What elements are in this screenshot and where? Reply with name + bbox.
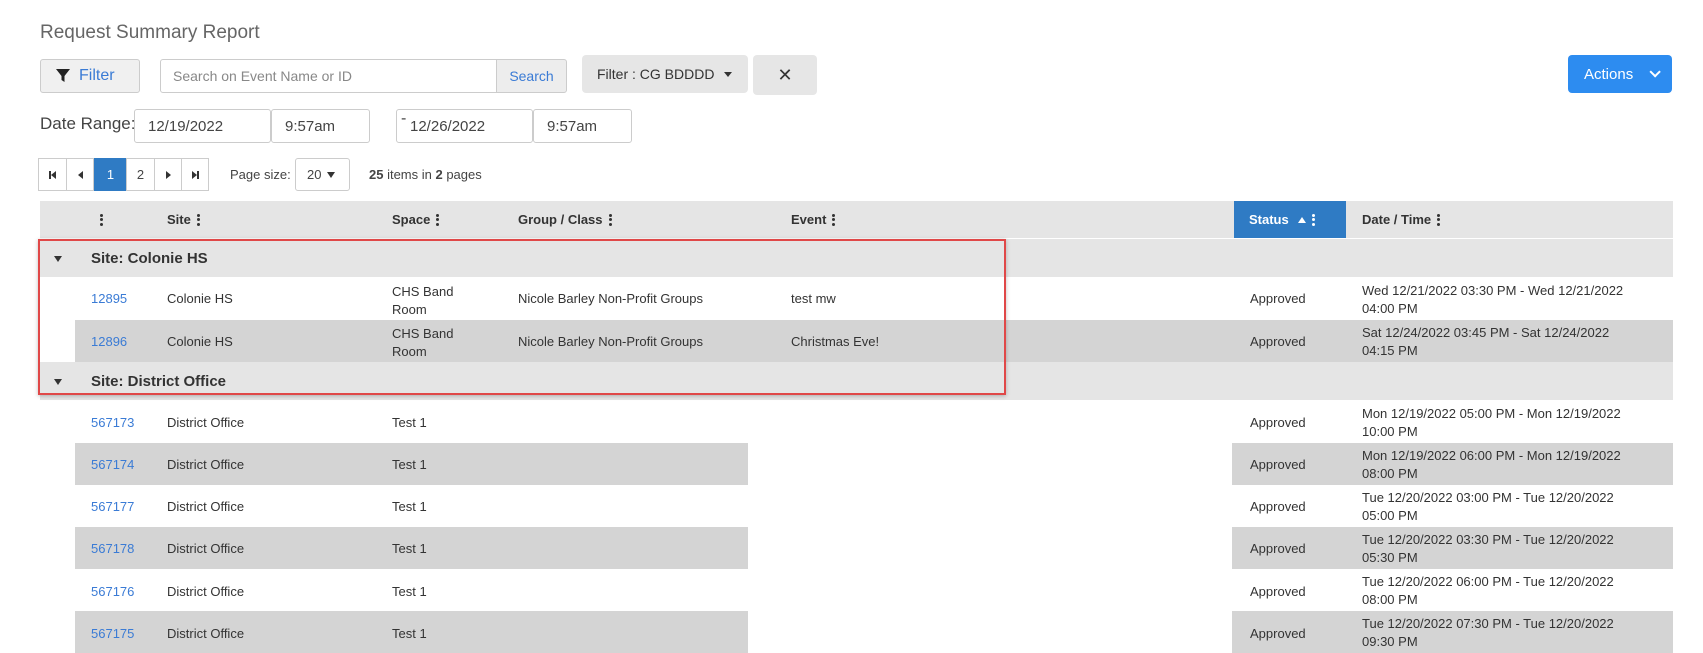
datetime-cell: Tue 12/20/2022 07:30 PM - Tue 12/20/2022…: [1362, 616, 1614, 649]
funnel-icon: [56, 69, 70, 82]
site-cell: District Office: [167, 499, 245, 514]
datetime-cell: Mon 12/19/2022 06:00 PM - Mon 12/19/2022…: [1362, 448, 1621, 481]
page-title: Request Summary Report: [40, 22, 260, 43]
filter-button[interactable]: Filter: [40, 59, 140, 93]
site-cell: District Office: [167, 626, 245, 641]
column-header-status[interactable]: Status: [1234, 201, 1346, 238]
column-header-space[interactable]: Space: [392, 201, 440, 238]
kebab-menu-icon[interactable]: [436, 213, 440, 226]
space-cell: Test 1: [392, 541, 427, 556]
status-cell: Approved: [1250, 541, 1306, 556]
kebab-menu-icon: [100, 213, 103, 226]
column-header-datetime-label: Date / Time: [1362, 212, 1432, 227]
status-cell: Approved: [1250, 584, 1306, 599]
status-cell: Approved: [1250, 291, 1306, 306]
first-page-button[interactable]: [38, 158, 67, 191]
kebab-menu-icon[interactable]: [196, 213, 200, 226]
last-page-button[interactable]: [181, 158, 209, 191]
site-cell: District Office: [167, 541, 245, 556]
page-size-value: 20: [307, 167, 322, 182]
kebab-menu-icon[interactable]: [832, 213, 836, 226]
status-cell: Approved: [1250, 626, 1306, 641]
request-id-link[interactable]: 567173: [91, 415, 134, 430]
request-id-link[interactable]: 567178: [91, 541, 134, 556]
last-page-icon: [191, 170, 199, 179]
items-text-mid: items in: [383, 167, 436, 182]
caret-down-icon: [724, 71, 733, 77]
kebab-menu-icon[interactable]: [1311, 213, 1315, 226]
page-1-button[interactable]: 1: [94, 158, 127, 191]
sort-ascending-icon: [1297, 216, 1306, 223]
page-size-select[interactable]: 20: [295, 158, 350, 191]
datetime-cell: Mon 12/19/2022 05:00 PM - Mon 12/19/2022…: [1362, 406, 1621, 439]
request-id-link[interactable]: 567175: [91, 626, 134, 641]
column-header-space-label: Space: [392, 212, 431, 227]
end-time-input[interactable]: 9:57am: [533, 109, 632, 143]
clear-filter-button[interactable]: ✕: [753, 55, 817, 95]
page-size-label: Page size:: [230, 167, 291, 182]
items-info: 25 items in 2 pages: [369, 167, 482, 182]
next-page-icon: [165, 170, 171, 179]
prev-page-icon: [77, 170, 83, 179]
column-header-site[interactable]: Site: [167, 201, 200, 238]
pages-count: 2: [435, 167, 443, 182]
space-cell: Test 1: [392, 499, 427, 514]
status-cell: Approved: [1250, 415, 1306, 430]
column-header-site-label: Site: [167, 212, 191, 227]
highlight-annotation: [38, 239, 1006, 395]
filter-button-label: Filter: [79, 67, 115, 84]
saved-filter-label: Filter : CG BDDDD: [597, 66, 715, 82]
space-cell: Test 1: [392, 457, 427, 472]
column-menu-button[interactable]: [94, 201, 103, 238]
request-id-link[interactable]: 567174: [91, 457, 134, 472]
close-icon: ✕: [777, 64, 793, 85]
column-header-status-label: Status: [1249, 212, 1289, 227]
chevron-down-icon: [1649, 66, 1661, 78]
column-header-event-label: Event: [791, 212, 827, 227]
datetime-cell: Wed 12/21/2022 03:30 PM - Wed 12/21/2022…: [1362, 283, 1624, 316]
site-cell: District Office: [167, 415, 245, 430]
start-time-input[interactable]: 9:57am: [271, 109, 370, 143]
space-cell: Test 1: [392, 415, 427, 430]
first-page-icon: [49, 170, 56, 179]
next-page-button[interactable]: [154, 158, 182, 191]
datetime-cell: Sat 12/24/2022 03:45 PM - Sat 12/24/2022…: [1362, 325, 1610, 358]
items-count: 25: [369, 167, 384, 182]
date-range-label: Date Range:: [40, 114, 136, 133]
request-id-link[interactable]: 567177: [91, 499, 134, 514]
space-cell: Test 1: [392, 584, 427, 599]
site-cell: District Office: [167, 457, 245, 472]
actions-button[interactable]: Actions: [1568, 55, 1672, 93]
request-id-link[interactable]: 567176: [91, 584, 134, 599]
column-header-event[interactable]: Event: [791, 201, 836, 238]
datetime-cell: Tue 12/20/2022 03:00 PM - Tue 12/20/2022…: [1362, 490, 1614, 523]
status-cell: Approved: [1250, 457, 1306, 472]
site-cell: District Office: [167, 584, 245, 599]
caret-down-icon: [327, 171, 336, 178]
status-cell: Approved: [1250, 499, 1306, 514]
space-cell: Test 1: [392, 626, 427, 641]
start-date-input[interactable]: 12/19/2022: [134, 109, 271, 143]
saved-filter-dropdown[interactable]: Filter : CG BDDDD: [582, 55, 748, 93]
search-button[interactable]: Search: [496, 59, 567, 93]
column-header-group[interactable]: Group / Class: [518, 201, 612, 238]
actions-label: Actions: [1584, 65, 1634, 83]
kebab-menu-icon[interactable]: [1437, 213, 1441, 226]
datetime-cell: Tue 12/20/2022 03:30 PM - Tue 12/20/2022…: [1362, 532, 1614, 565]
column-header-datetime[interactable]: Date / Time: [1362, 201, 1441, 238]
prev-page-button[interactable]: [66, 158, 94, 191]
kebab-menu-icon[interactable]: [608, 213, 612, 226]
search-input[interactable]: [160, 59, 497, 93]
column-header-group-label: Group / Class: [518, 212, 603, 227]
page-2-button[interactable]: 2: [126, 158, 155, 191]
datetime-cell: Tue 12/20/2022 06:00 PM - Tue 12/20/2022…: [1362, 574, 1614, 607]
end-date-input[interactable]: 12/26/2022: [396, 109, 533, 143]
status-cell: Approved: [1250, 334, 1306, 349]
items-text-end: pages: [442, 167, 482, 182]
